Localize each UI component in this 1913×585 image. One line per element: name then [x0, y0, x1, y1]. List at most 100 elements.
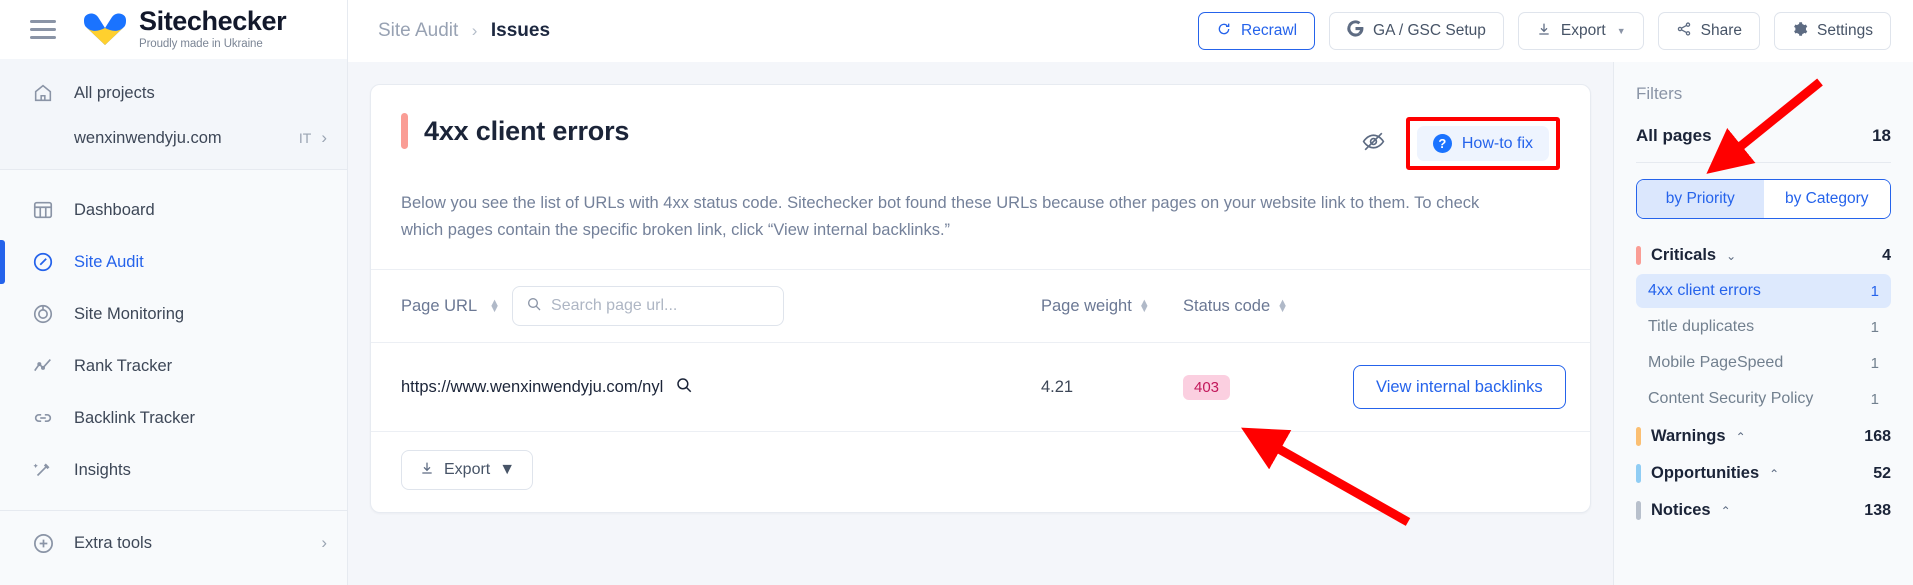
export-label: Export	[1560, 22, 1606, 39]
magic-wand-icon	[30, 457, 56, 483]
sort-page-weight-icon[interactable]: ▲ ▼	[1139, 297, 1150, 315]
filter-item-mobile-pagespeed[interactable]: Mobile PageSpeed 1	[1636, 346, 1891, 380]
filter-all-pages[interactable]: All pages 18	[1636, 120, 1891, 163]
filter-group-warnings[interactable]: Warnings ⌃ 168	[1636, 418, 1891, 455]
sidebar: Sitechecker Proudly made in Ukraine All …	[0, 0, 348, 585]
status-badge: 403	[1183, 374, 1231, 400]
top-toolbar: Site Audit › Issues Recrawl GA / GSC Set…	[348, 0, 1913, 62]
share-button[interactable]: Share	[1657, 12, 1760, 50]
filter-item-title-duplicates[interactable]: Title duplicates 1	[1636, 310, 1891, 344]
sidebar-item-dashboard[interactable]: Dashboard	[0, 184, 347, 236]
table-header: Page URL ▲ ▼ Search page url... Page wei…	[371, 269, 1590, 344]
page-title: 4xx client errors	[424, 115, 630, 146]
page-url-text[interactable]: https://www.wenxinwendyju.com/nyl	[401, 378, 663, 397]
home-icon	[30, 80, 56, 106]
filter-item-label: Mobile PageSpeed	[1648, 354, 1784, 371]
breadcrumb: Site Audit › Issues	[378, 20, 550, 42]
sitechecker-logo-icon	[82, 11, 128, 49]
content-area: 4xx client errors ? How-to fix Below you…	[348, 62, 1913, 585]
chevron-up-icon[interactable]: ⌃	[1721, 504, 1731, 518]
sidebar-item-rank-tracker[interactable]: Rank Tracker	[0, 340, 347, 392]
search-icon	[526, 296, 542, 317]
warnings-label: Warnings	[1651, 427, 1726, 445]
filter-item-content-security-policy[interactable]: Content Security Policy 1	[1636, 382, 1891, 416]
notices-label: Notices	[1651, 501, 1711, 519]
settings-button[interactable]: Settings	[1773, 12, 1891, 50]
notices-count: 138	[1864, 501, 1891, 519]
how-to-fix-button[interactable]: ? How-to fix	[1416, 126, 1549, 161]
filter-group-notices[interactable]: Notices ⌃ 138	[1636, 492, 1891, 529]
chevron-down-icon: ▼	[1616, 26, 1626, 36]
warnings-count: 168	[1864, 427, 1891, 445]
opportunities-color-bar	[1636, 464, 1641, 483]
sidebar-item-project[interactable]: wenxinwendyju.com IT ›	[0, 117, 347, 159]
link-icon	[30, 405, 56, 431]
project-tag: IT	[298, 130, 312, 146]
filter-item-4xx-client-errors[interactable]: 4xx client errors 1	[1636, 274, 1891, 308]
sidebar-item-backlink-tracker[interactable]: Backlink Tracker	[0, 392, 347, 444]
cell-action: View internal backlinks	[1353, 365, 1566, 410]
table-export-label: Export	[444, 461, 491, 479]
share-icon	[1676, 21, 1692, 42]
how-to-fix-label: How-to fix	[1461, 134, 1533, 152]
search-page-url-box[interactable]	[512, 286, 785, 327]
breadcrumb-parent[interactable]: Site Audit	[378, 20, 458, 41]
chevron-up-icon[interactable]: ⌃	[1736, 430, 1746, 444]
opportunities-label: Opportunities	[1651, 464, 1760, 482]
table-row: https://www.wenxinwendyju.com/nyl 4.21 4…	[371, 343, 1590, 433]
sort-status-code-icon[interactable]: ▲ ▼	[1277, 297, 1288, 315]
chevron-right-icon[interactable]: ›	[321, 533, 327, 553]
sidebar-label-backlink-tracker: Backlink Tracker	[74, 408, 196, 427]
recrawl-label: Recrawl	[1241, 22, 1298, 39]
settings-label: Settings	[1816, 22, 1873, 39]
chevron-right-icon[interactable]: ›	[321, 128, 327, 148]
filter-group-opportunities[interactable]: Opportunities ⌃ 52	[1636, 455, 1891, 492]
chevron-down-icon[interactable]: ⌄	[1726, 249, 1736, 263]
tab-by-category[interactable]: by Category	[1763, 180, 1890, 218]
opportunities-count: 52	[1873, 464, 1891, 482]
sidebar-label-site-monitoring: Site Monitoring	[74, 304, 185, 323]
cell-page-url: https://www.wenxinwendyju.com/nyl	[401, 376, 1041, 399]
sidebar-item-extra-tools[interactable]: Extra tools ›	[0, 517, 347, 569]
sidebar-item-insights[interactable]: Insights	[0, 444, 347, 496]
criticals-label: Criticals	[1651, 246, 1717, 264]
column-page-weight: Page weight ▲ ▼	[1041, 297, 1183, 316]
column-label-page-weight: Page weight	[1041, 296, 1132, 315]
hide-issue-icon[interactable]	[1361, 129, 1386, 159]
sidebar-label-site-audit: Site Audit	[74, 252, 144, 271]
filter-item-label: Content Security Policy	[1648, 390, 1814, 407]
ga-gsc-setup-button[interactable]: GA / GSC Setup	[1329, 12, 1504, 50]
severity-accent-bar	[401, 113, 408, 149]
filter-all-pages-count: 18	[1872, 126, 1891, 145]
sort-page-url-icon[interactable]: ▲ ▼	[489, 297, 500, 315]
sidebar-label-dashboard: Dashboard	[74, 200, 155, 219]
filter-item-label: Title duplicates	[1648, 318, 1755, 335]
issue-card: 4xx client errors ? How-to fix Below you…	[370, 84, 1591, 514]
sidebar-item-site-audit[interactable]: Site Audit	[0, 236, 347, 288]
hamburger-menu-icon[interactable]	[30, 20, 56, 39]
filter-item-count: 1	[1870, 318, 1879, 336]
filter-group-criticals[interactable]: Criticals ⌄ 4	[1636, 237, 1891, 274]
table-footer: Export ▼	[371, 432, 1590, 512]
sidebar-label-insights: Insights	[74, 460, 131, 479]
sidebar-item-site-monitoring[interactable]: Site Monitoring	[0, 288, 347, 340]
plus-circle-icon	[30, 530, 56, 556]
view-internal-backlinks-button[interactable]: View internal backlinks	[1353, 365, 1566, 410]
chevron-up-icon[interactable]: ⌃	[1769, 467, 1779, 481]
cell-page-weight: 4.21	[1041, 377, 1074, 396]
logo[interactable]: Sitechecker Proudly made in Ukraine	[82, 8, 287, 51]
search-input[interactable]	[551, 297, 771, 316]
filter-mode-toggle: by Priority by Category	[1636, 179, 1891, 219]
inspect-url-icon[interactable]	[675, 376, 693, 399]
sidebar-label-rank-tracker: Rank Tracker	[74, 356, 173, 375]
issue-title-wrap: 4xx client errors	[401, 113, 1361, 149]
recrawl-button[interactable]: Recrawl	[1198, 12, 1316, 50]
sidebar-divider	[0, 510, 347, 511]
filters-title: Filters	[1636, 84, 1683, 103]
export-button[interactable]: Export ▼	[1517, 12, 1644, 50]
filter-item-count: 1	[1870, 390, 1879, 408]
sidebar-item-all-projects[interactable]: All projects	[0, 69, 347, 117]
table-export-button[interactable]: Export ▼	[401, 450, 534, 491]
share-label: Share	[1700, 22, 1742, 39]
tab-by-priority[interactable]: by Priority	[1637, 180, 1764, 218]
